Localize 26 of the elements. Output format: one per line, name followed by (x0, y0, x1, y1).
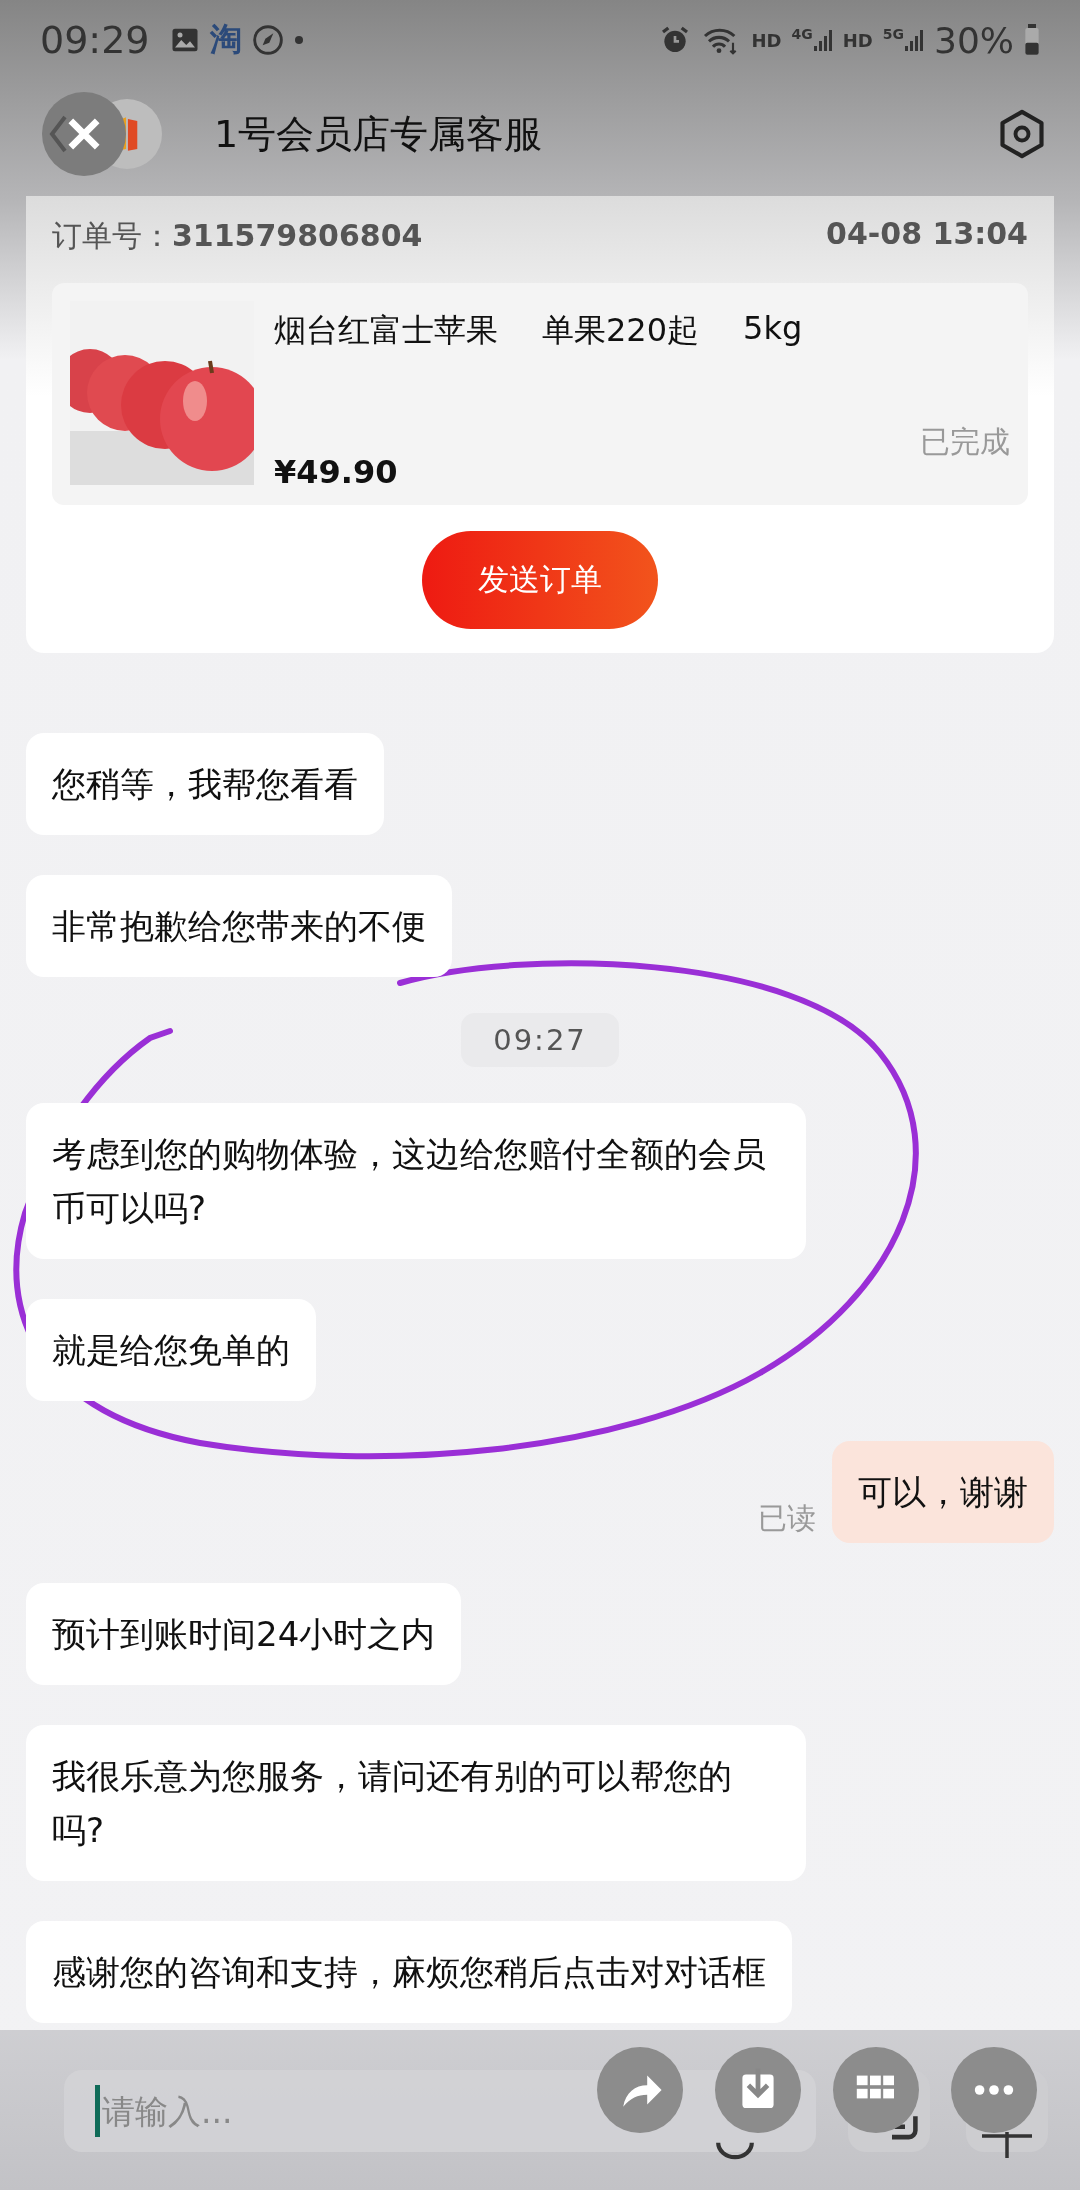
product-name: 烟台红富士苹果 (274, 310, 498, 351)
message-bubble: 考虑到您的购物体验，这边给您赔付全额的会员币可以吗? (26, 1103, 806, 1259)
order-number: 订单号：311579806804 (52, 217, 423, 255)
order-status: 已完成 (920, 423, 1010, 461)
send-order-button[interactable]: 发送订单 (422, 531, 658, 629)
product-price: ¥49.90 (274, 453, 398, 491)
product-spec: 单果220起 (542, 310, 700, 351)
hd-label: HD (842, 29, 873, 51)
product-weight: 5kg (743, 309, 803, 349)
message-bubble: 可以，谢谢 (832, 1441, 1054, 1543)
network-label: 4G (791, 26, 813, 42)
message-bubble: 就是给您免单的 (26, 1299, 316, 1401)
message-bubble: 预计到账时间24小时之内 (26, 1583, 462, 1685)
battery-percent: 30% (934, 19, 1014, 61)
message-bubble: 感谢您的咨询和支持，麻烦您稍后点击对对话框 (26, 1921, 792, 2023)
chat-title: 1号会员店专属客服 (214, 110, 544, 158)
message-bubble: 我很乐意为您服务，请问还有别的可以帮您的吗? (26, 1725, 806, 1881)
network-label: 5G (882, 26, 904, 42)
message-bubble: 您稍等，我帮您看看 (26, 733, 384, 835)
status-time: 09:29 (40, 18, 150, 62)
timestamp: 09:27 (461, 1013, 619, 1067)
read-receipt: 已读 (758, 1500, 816, 1537)
message-bubble: 非常抱歉给您带来的不便 (26, 875, 452, 977)
order-date: 04-08 13:04 (826, 216, 1028, 253)
hd-label: HD (751, 29, 782, 51)
app-glyph: 淘 (209, 19, 242, 60)
